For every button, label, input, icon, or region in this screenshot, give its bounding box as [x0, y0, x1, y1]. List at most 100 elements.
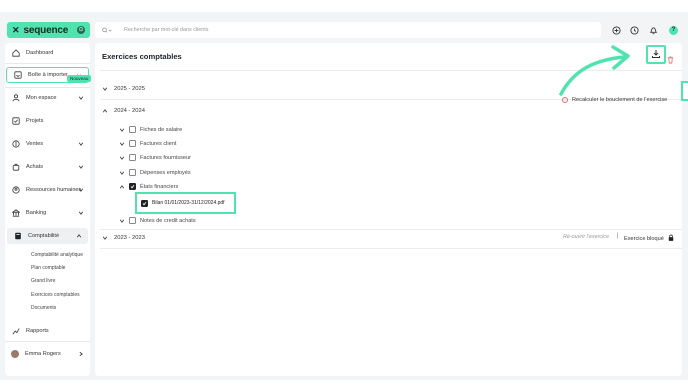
clock-icon[interactable]	[628, 24, 640, 36]
divider	[100, 229, 682, 230]
divider	[100, 248, 682, 249]
sidebar-item-projets[interactable]: Projets	[5, 113, 90, 129]
chevron-down-icon	[118, 170, 126, 176]
sidebar-subitem[interactable]: Grand livre	[31, 278, 55, 284]
folder-row[interactable]: Factures fournisseur	[118, 154, 191, 161]
folder-checkbox-checked[interactable]	[129, 183, 136, 190]
folder-label: États financiers	[140, 183, 179, 190]
app-frame: ✕ sequence ⊙ Dashboard Boîte à importer …	[0, 12, 688, 380]
year-row-2023[interactable]: 2023 - 2023	[102, 235, 145, 241]
sidebar-item-rh[interactable]: Ressources humaines	[5, 182, 90, 198]
folder-row[interactable]: Fiches de salaire	[118, 126, 182, 133]
folder-label: Notes de credit achats	[140, 217, 196, 224]
chevron-down-icon	[118, 218, 126, 224]
sidebar-item-rapports[interactable]: Rapports	[5, 323, 90, 339]
sidebar-item-achats[interactable]: Achats	[5, 159, 90, 175]
sidebar-subitem[interactable]: Exercices comptables	[31, 292, 80, 298]
sidebar-item-label: Comptabilité	[28, 233, 60, 239]
user-menu[interactable]: Emma Rogers	[5, 346, 90, 362]
sidebar-item-label: Achats	[26, 164, 44, 170]
sidebar-item-label: Dashboard	[26, 50, 54, 56]
blocked-status: Exercice bloqué	[624, 234, 674, 243]
brand-name: sequence	[23, 24, 69, 36]
new-badge: Nouveau	[67, 75, 92, 82]
sidebar-subitem[interactable]: Comptabilité analytique	[31, 252, 83, 258]
folder-label: Factures fournisseur	[140, 154, 191, 161]
file-name[interactable]: Bilan 01/01/2023-31/12/2024.pdf	[152, 200, 225, 206]
folder-row[interactable]: Dépenses employés	[118, 169, 191, 176]
folder-checkbox[interactable]	[129, 169, 136, 176]
sidebar-item-label: Mon espace	[26, 95, 57, 101]
chevron-down-icon	[78, 141, 84, 149]
chevron-down-icon	[118, 141, 126, 147]
folder-row[interactable]: Notes de credit achats	[118, 217, 196, 224]
sidebar-item-mon-espace[interactable]: Mon espace	[5, 90, 90, 106]
chevron-down-icon	[118, 155, 126, 161]
folder-checkbox[interactable]	[129, 154, 136, 161]
folder-row[interactable]: Factures client	[118, 140, 176, 147]
chevron-down-icon	[78, 210, 84, 218]
year-row-2024[interactable]: 2024 - 2024	[102, 108, 145, 114]
sidebar-item-ventes[interactable]: Ventes	[5, 136, 90, 152]
divider	[5, 341, 90, 342]
folder-checkbox[interactable]	[129, 217, 136, 224]
trash-icon	[667, 51, 674, 68]
folder-row[interactable]: États financiers	[118, 183, 178, 190]
bag-icon	[11, 163, 20, 172]
people-icon	[11, 186, 20, 195]
download-icon	[651, 46, 661, 64]
folder-label: Fiches de salaire	[140, 126, 183, 133]
file-checkbox-checked[interactable]	[141, 199, 148, 207]
sidebar-subitem[interactable]: Documents	[31, 305, 56, 311]
divider	[5, 63, 90, 64]
sidebar-item-label: Ventes	[26, 141, 44, 147]
sidebar-item-label: Projets	[26, 118, 44, 124]
sidebar-subitem[interactable]: Plan comptable	[31, 265, 65, 271]
add-icon[interactable]	[610, 24, 622, 36]
sidebar-item-comptabilite[interactable]: Comptabilité	[7, 228, 88, 244]
checkbox-icon	[11, 117, 20, 126]
help-icon[interactable]: ?	[669, 25, 678, 35]
chevron-down-icon	[102, 86, 108, 92]
folder-checkbox[interactable]	[129, 126, 136, 133]
chevron-up-icon	[118, 184, 126, 190]
page-title: Exercices comptables	[102, 52, 182, 61]
bell-icon[interactable]	[647, 24, 659, 36]
sidebar-item-label: Boîte à importer	[28, 72, 68, 78]
year-label: 2024 - 2024	[114, 108, 145, 114]
sidebar-item-dashboard[interactable]: Dashboard	[5, 45, 90, 61]
delete-button[interactable]	[667, 51, 674, 69]
file-row[interactable]: Bilan 01/01/2023-31/12/2024.pdf	[135, 192, 236, 214]
sidebar-item-banking[interactable]: Banking	[5, 205, 90, 221]
search-input[interactable]: Recherche par mot-clé dans clients	[124, 27, 209, 33]
recalc-button[interactable]: ! Recalculer le bouclement de l'exercise	[562, 97, 667, 103]
folder-label: Dépenses employés	[140, 169, 191, 176]
brand-logo[interactable]: ✕ sequence ⊙	[7, 22, 90, 38]
logo-mark-icon: ✕	[12, 24, 20, 35]
year-row-2025[interactable]: 2025 - 2025	[102, 86, 145, 92]
main-panel: Exercices comptables 2025 - 2025 2024 - …	[95, 43, 682, 376]
download-button[interactable]	[646, 45, 666, 64]
recalc-label: Recalculer le bouclement de l'exercise	[572, 97, 668, 103]
folder-label: Factures client	[140, 140, 177, 147]
person-icon	[11, 94, 20, 103]
blocked-label: Exercice bloqué	[624, 235, 664, 242]
book-icon	[13, 232, 22, 241]
sidebar-item-label: Banking	[26, 210, 47, 216]
avatar	[11, 350, 19, 358]
search-bar[interactable]: Recherche par mot-clé dans clients	[95, 22, 601, 38]
reopen-link[interactable]: Ré-ouvrir l'exercice	[563, 234, 609, 240]
folder-checkbox[interactable]	[129, 140, 136, 147]
divider	[100, 70, 682, 71]
highlight-mark	[681, 81, 688, 101]
chevron-up-icon	[102, 108, 108, 114]
year-label: 2025 - 2025	[114, 86, 145, 92]
sidebar: Dashboard Boîte à importer Nouveau Mon e…	[5, 43, 92, 376]
separator: |	[617, 233, 619, 239]
money-icon	[11, 140, 20, 149]
search-icon[interactable]	[98, 27, 116, 34]
divider	[5, 87, 90, 88]
lock-icon	[668, 234, 674, 243]
sidebar-item-label: Rapports	[26, 328, 49, 334]
warning-icon: !	[562, 97, 568, 103]
